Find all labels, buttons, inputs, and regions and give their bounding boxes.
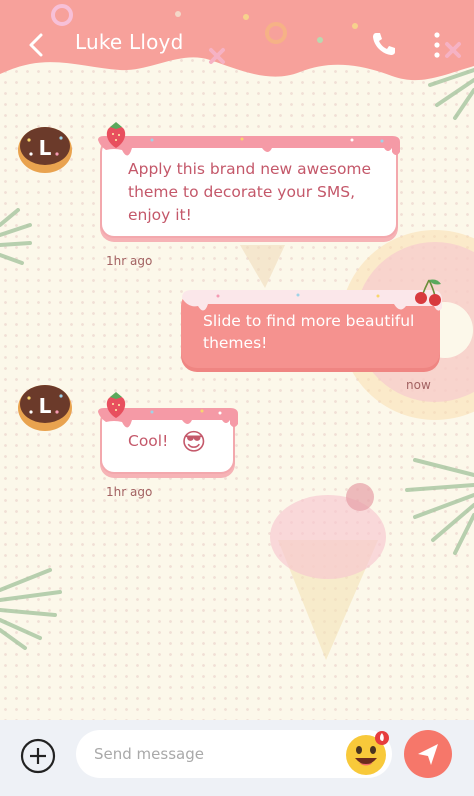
contact-name: Luke Lloyd <box>75 30 184 54</box>
strawberry-icon <box>106 122 126 148</box>
message-text-line: theme to decorate your SMS, <box>128 183 356 201</box>
avatar-letter: L <box>39 394 52 418</box>
send-arrow-icon <box>418 744 438 765</box>
icing-drip-decoration <box>182 290 442 311</box>
send-button[interactable] <box>404 730 452 778</box>
header-wave-background <box>0 0 474 81</box>
emoji-picker-icon[interactable] <box>344 729 392 777</box>
message-input[interactable] <box>94 730 344 778</box>
ice-cream-background-decoration <box>270 483 386 660</box>
message-text-line: enjoy it! <box>128 206 192 224</box>
contact-avatar: L <box>18 385 72 431</box>
message-timestamp: 1hr ago <box>106 254 153 268</box>
chat-header: Luke Lloyd <box>0 0 474 92</box>
palm-leaf-decoration <box>0 208 32 265</box>
cherry-icon <box>415 279 441 306</box>
back-arrow-icon[interactable] <box>22 30 52 60</box>
add-attachment-icon[interactable] <box>20 738 56 774</box>
message-timestamp: now <box>406 378 431 392</box>
palm-leaf-decoration <box>0 568 62 650</box>
palm-leaf-decoration <box>405 458 474 555</box>
small-cone-background-decoration <box>240 245 285 288</box>
phone-call-icon[interactable] <box>370 30 398 58</box>
message-timestamp: 1hr ago <box>106 485 153 499</box>
strawberry-icon <box>106 392 126 418</box>
contact-avatar: L <box>18 127 72 173</box>
more-options-icon[interactable] <box>430 30 444 60</box>
message-text-line: themes! <box>203 334 268 352</box>
icing-drip-decoration <box>98 136 400 156</box>
avatar-letter: L <box>39 136 52 160</box>
